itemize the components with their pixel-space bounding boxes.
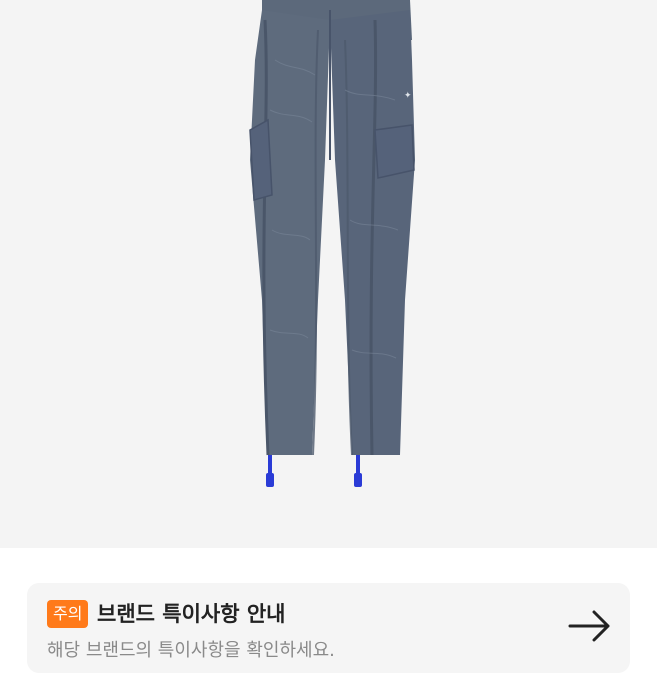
product-image[interactable]: ✦ (0, 0, 657, 548)
cargo-pants-image: ✦ (249, 0, 415, 487)
left-leg (250, 10, 330, 455)
notice-title: 브랜드 특이사항 안내 (97, 602, 286, 626)
bottom-section: 주의 브랜드 특이사항 안내 해당 브랜드의 특이사항을 확인하세요. (0, 548, 657, 673)
svg-text:✦: ✦ (404, 91, 412, 101)
caution-badge: 주의 (47, 600, 89, 628)
arrow-right-icon[interactable] (568, 608, 612, 644)
brand-notice-card[interactable]: 주의 브랜드 특이사항 안내 해당 브랜드의 특이사항을 확인하세요. (27, 583, 630, 673)
notice-subtitle: 해당 브랜드의 특이사항을 확인하세요. (47, 640, 335, 661)
